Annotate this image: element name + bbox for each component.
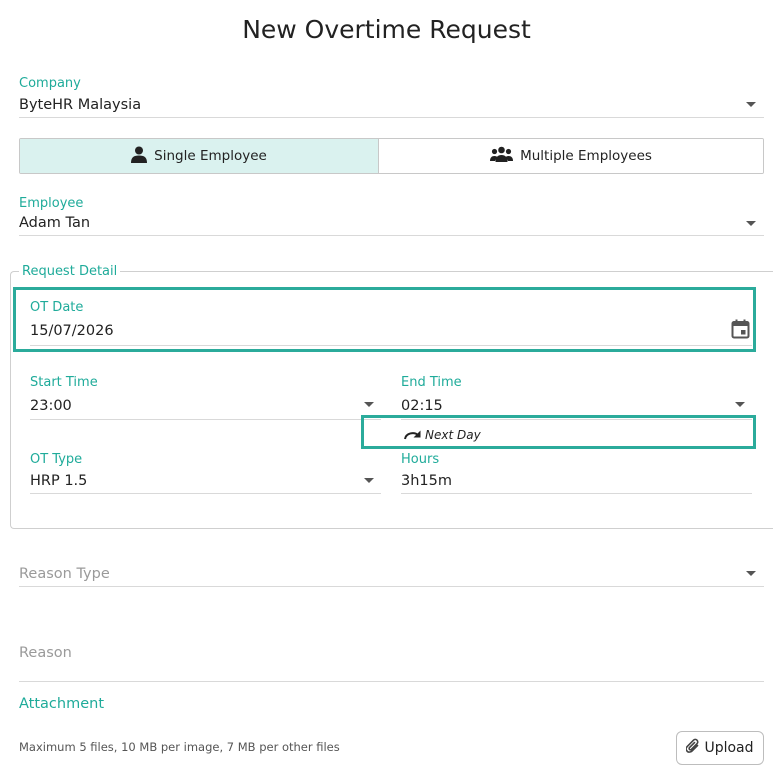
employee-underline [19, 235, 764, 236]
end-time-value[interactable]: 02:15 [401, 398, 443, 414]
company-label: Company [19, 76, 81, 91]
ot-date-highlight [13, 287, 756, 352]
redo-arrow-icon [403, 425, 422, 444]
reason-type-dropdown-caret-icon[interactable] [746, 571, 756, 576]
attachment-title: Attachment [19, 696, 105, 712]
person-icon [131, 146, 148, 167]
company-underline [19, 117, 764, 118]
start-time-dropdown-caret-icon[interactable] [364, 402, 374, 407]
end-time-dropdown-caret-icon[interactable] [735, 402, 745, 407]
ot-type-value[interactable]: HRP 1.5 [30, 473, 87, 489]
hours-underline [401, 493, 752, 494]
next-day-indicator: Next Day [403, 425, 481, 444]
employee-value[interactable]: Adam Tan [19, 215, 90, 231]
hours-value: 3h15m [401, 473, 452, 489]
employee-mode-toggle: Single Employee Multiple Employees [19, 138, 764, 174]
multiple-employees-button[interactable]: Multiple Employees [379, 139, 763, 173]
reason-type-underline [19, 586, 764, 587]
next-day-label: Next Day [425, 427, 481, 442]
single-employee-button[interactable]: Single Employee [20, 139, 379, 173]
upload-label: Upload [704, 740, 754, 756]
multiple-employees-label: Multiple Employees [520, 148, 652, 164]
ot-type-underline [30, 493, 381, 494]
company-value[interactable]: ByteHR Malaysia [19, 97, 141, 113]
start-time-label: Start Time [30, 375, 98, 390]
reason-underline [19, 681, 764, 682]
group-icon [490, 146, 514, 167]
start-time-underline [30, 419, 381, 420]
upload-button[interactable]: Upload [676, 731, 764, 765]
hours-label: Hours [401, 452, 440, 467]
attachment-hint: Maximum 5 files, 10 MB per image, 7 MB p… [19, 740, 340, 754]
reason-placeholder[interactable]: Reason [19, 645, 72, 661]
page-title: New Overtime Request [242, 15, 531, 44]
start-time-value[interactable]: 23:00 [30, 398, 72, 414]
reason-type-placeholder[interactable]: Reason Type [19, 566, 110, 582]
ot-type-dropdown-caret-icon[interactable] [364, 478, 374, 483]
ot-type-label: OT Type [30, 452, 83, 467]
paperclip-icon [685, 738, 700, 758]
single-employee-label: Single Employee [154, 148, 267, 164]
end-time-label: End Time [401, 375, 462, 390]
employee-dropdown-caret-icon[interactable] [746, 221, 756, 226]
company-dropdown-caret-icon[interactable] [746, 102, 756, 107]
request-detail-legend: Request Detail [19, 264, 121, 279]
employee-label: Employee [19, 196, 84, 211]
